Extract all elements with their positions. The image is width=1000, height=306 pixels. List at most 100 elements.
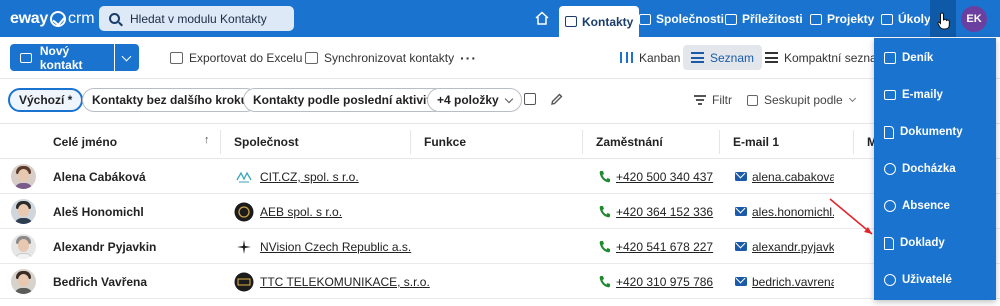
journal-icon <box>884 52 896 64</box>
mail-icon <box>735 277 747 286</box>
phone-link[interactable]: +420 310 975 786 <box>616 275 713 289</box>
export-excel-button[interactable]: Exportovat do Excelu <box>170 50 302 66</box>
company-link[interactable]: CIT.CZ, spol. s r.o. <box>260 170 359 184</box>
chip-label: Výchozí * <box>19 93 73 107</box>
view-kanban[interactable]: Kanban <box>612 45 688 70</box>
save-filter-icon[interactable] <box>524 93 536 105</box>
filter-button[interactable]: Filtr <box>694 93 732 107</box>
company-logo-nvision <box>235 238 253 256</box>
column-divider[interactable] <box>582 130 583 154</box>
kanban-icon <box>620 52 633 63</box>
opportunity-icon <box>725 13 737 25</box>
group-label: Seskupit podle <box>764 93 843 107</box>
table-row[interactable]: Alena Cabáková CIT.CZ, spol. s r.o. +420… <box>0 160 1000 194</box>
menu-item-uzivatele[interactable]: Uživatelé <box>884 270 952 290</box>
company-logo-ttc <box>234 272 254 292</box>
menu-item-dokumenty[interactable]: Dokumenty <box>884 122 963 142</box>
email-link[interactable]: alena.cabakova... <box>752 170 834 184</box>
filter-label: Filtr <box>712 93 732 107</box>
nav-item-kontakty[interactable]: Kontakty <box>559 6 640 37</box>
more-actions-button[interactable]: ··· <box>460 50 477 66</box>
table-row[interactable]: Aleš Honomichl AEB spol. s r.o. +420 364… <box>0 195 1000 229</box>
phone-icon <box>599 241 610 253</box>
search-input[interactable]: Hledat v modulu Kontakty <box>99 6 294 31</box>
phone-icon <box>599 206 610 218</box>
view-seznam[interactable]: Seznam <box>683 45 763 70</box>
nav-item-ukoly[interactable]: Úkoly <box>881 6 931 32</box>
menu-item-label: Uživatelé <box>902 274 952 286</box>
phone-link[interactable]: +420 500 340 437 <box>616 170 713 184</box>
project-icon <box>810 13 822 25</box>
table-row[interactable]: Alexandr Pyjavkin NVision Czech Republic… <box>0 230 1000 264</box>
filter-chip-vychozi[interactable]: Výchozí * <box>8 88 84 112</box>
column-header-employment[interactable]: Zaměstnání <box>596 135 663 149</box>
menu-item-label: Absence <box>902 200 950 212</box>
menu-item-emaily[interactable]: E-maily <box>884 85 943 105</box>
email-link[interactable]: bedrich.vavrena... <box>752 275 834 289</box>
column-divider[interactable] <box>410 130 411 154</box>
filter-chip-bez-kroku[interactable]: Kontakty bez dalšího kroku <box>82 88 259 112</box>
sort-asc-icon[interactable]: ↑ <box>204 134 210 146</box>
top-bar: eway crm Hledat v modulu Kontakty Kontak… <box>0 0 1000 37</box>
company-link[interactable]: TTC TELEKOMUNIKACE, s.r.o. <box>260 275 430 289</box>
chevron-down-icon <box>504 94 513 103</box>
export-icon <box>170 52 183 64</box>
contact-name[interactable]: Alena Cabáková <box>53 170 146 184</box>
filter-chip-more[interactable]: +4 položky <box>427 88 522 112</box>
search-placeholder: Hledat v modulu Kontakty <box>130 11 267 26</box>
view-label: Seznam <box>710 50 755 65</box>
eway-logo[interactable]: eway crm <box>10 9 95 29</box>
phone-icon <box>599 171 610 183</box>
nav-item-spolecnosti[interactable]: Společnosti <box>639 6 724 32</box>
mail-icon <box>735 242 747 251</box>
edit-filter-icon[interactable] <box>550 92 564 106</box>
menu-item-label: Doklady <box>900 237 945 249</box>
menu-item-doklady[interactable]: Doklady <box>884 233 945 253</box>
phone-link[interactable]: +420 541 678 227 <box>616 240 713 254</box>
email-link[interactable]: ales.honomichl... <box>752 205 834 219</box>
column-header-name[interactable]: Celé jméno <box>53 135 117 149</box>
phone-icon <box>599 276 610 288</box>
mail-icon <box>735 172 747 181</box>
contact-name[interactable]: Aleš Honomichl <box>53 205 144 219</box>
column-divider[interactable] <box>853 130 854 154</box>
phone-link[interactable]: +420 364 152 336 <box>616 205 713 219</box>
search-icon <box>109 13 120 24</box>
contact-name[interactable]: Bedřich Vavřena <box>53 275 147 289</box>
home-icon[interactable] <box>534 10 550 26</box>
contact-name[interactable]: Alexandr Pyjavkin <box>53 240 156 254</box>
user-avatar[interactable]: EK <box>961 6 987 32</box>
column-divider[interactable] <box>220 130 221 154</box>
company-link[interactable]: AEB spol. s r.o. <box>260 205 342 219</box>
toolbar: Nový kontakt Exportovat do Excelu Synchr… <box>0 37 1000 79</box>
smiley-icon <box>884 200 896 212</box>
document-icon <box>884 125 894 139</box>
menu-item-label: E-maily <box>902 89 943 101</box>
filter-chip-posledni-aktivita[interactable]: Kontakty podle poslední aktivity <box>243 88 448 112</box>
nav-label: Společnosti <box>656 12 725 26</box>
group-by-button[interactable]: Seskupit podle <box>747 93 856 107</box>
list-icon <box>691 52 704 63</box>
nav-item-prilezitosti[interactable]: Příležitosti <box>725 6 803 32</box>
sync-contacts-button[interactable]: Synchronizovat kontakty <box>305 50 454 66</box>
avatar <box>11 269 36 294</box>
hand-cursor-icon <box>937 12 950 30</box>
company-link[interactable]: NVision Czech Republic a.s. <box>260 240 411 254</box>
menu-item-absence[interactable]: Absence <box>884 196 950 216</box>
menu-item-denik[interactable]: Deník <box>884 48 933 68</box>
column-header-email[interactable]: E-mail 1 <box>733 135 779 149</box>
task-icon <box>881 13 893 25</box>
sync-icon <box>305 52 318 64</box>
avatar <box>11 234 36 259</box>
email-link[interactable]: alexandr.pyjavki... <box>752 240 834 254</box>
logo-text-crm: crm <box>67 10 95 27</box>
column-header-company[interactable]: Společnost <box>234 135 299 149</box>
avatar <box>11 199 36 224</box>
nav-item-projekty[interactable]: Projekty <box>810 6 874 32</box>
column-header-function[interactable]: Funkce <box>424 135 466 149</box>
new-contact-dropdown-button[interactable] <box>115 44 139 71</box>
new-contact-button[interactable]: Nový kontakt <box>10 44 114 72</box>
column-divider[interactable] <box>719 130 720 154</box>
table-row[interactable]: Bedřich Vavřena TTC TELEKOMUNIKACE, s.r.… <box>0 265 1000 299</box>
menu-item-dochazka[interactable]: Docházka <box>884 159 956 179</box>
